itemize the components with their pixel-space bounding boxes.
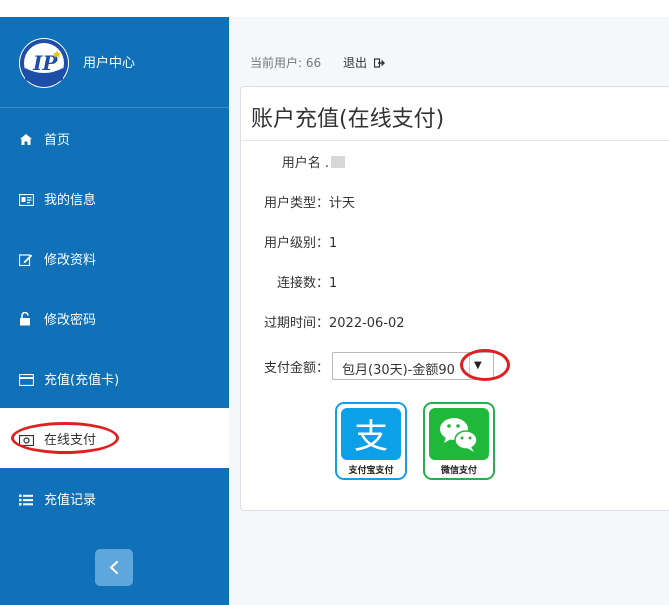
sidebar-item-home[interactable]: 首页 [0, 108, 229, 168]
credit-card-icon [18, 371, 35, 387]
annotation-circle [460, 349, 510, 381]
sidebar: IP 用户中心 首页 我的信息 修改资料 修改密码 充值(充值卡) 在线支付 充… [0, 17, 229, 605]
amount-row: 支付金额： [259, 357, 329, 376]
expiry-value: 2022-06-02 [329, 316, 405, 331]
logout-label: 退出 [343, 56, 368, 70]
username-value [331, 156, 345, 168]
divider [241, 140, 669, 141]
sidebar-item-my-info[interactable]: 我的信息 [0, 168, 229, 228]
username-label: 用户名 . [281, 156, 329, 171]
sidebar-item-change-password[interactable]: 修改密码 [0, 288, 229, 348]
username-row: 用户名 . [259, 152, 345, 171]
sidebar-item-label: 充值(充值卡) [44, 373, 120, 388]
sidebar-item-label: 我的信息 [44, 193, 97, 208]
brand-title: 用户中心 [83, 56, 136, 71]
logo: IP [19, 38, 69, 88]
alipay-button[interactable]: 支 支付宝支付 [335, 402, 407, 480]
annotation-circle [11, 422, 119, 454]
expiry-row: 过期时间：2022-06-02 [259, 312, 405, 331]
user-level-value: 1 [329, 236, 338, 251]
logout-link[interactable]: 退出 [343, 54, 385, 71]
svg-text:支: 支 [354, 417, 388, 457]
sign-out-icon [371, 56, 385, 70]
lock-icon [19, 311, 34, 326]
connections-label: 连接数： [276, 276, 329, 291]
current-user: 当前用户: 66 [250, 56, 322, 70]
home-icon [19, 131, 34, 145]
alipay-caption: 支付宝支付 [348, 466, 394, 476]
sidebar-item-label: 修改密码 [44, 313, 97, 328]
id-card-icon [18, 191, 35, 207]
brand: IP 用户中心 [0, 17, 229, 108]
amount-select-value: 包月(30天)-金额90 [342, 363, 455, 378]
wechat-caption: 微信支付 [440, 466, 477, 476]
amount-label: 支付金额： [263, 361, 329, 376]
edit-icon [18, 251, 34, 267]
svg-text:IP: IP [32, 51, 58, 75]
page-title: 账户充值(在线支付) [251, 107, 445, 132]
connections-row: 连接数：1 [259, 272, 337, 291]
sidebar-item-recharge-card[interactable]: 充值(充值卡) [0, 348, 229, 408]
main-content: 当前用户: 66 退出 账户充值(在线支付) 用户名 . 用户类型：计天 用户级… [229, 17, 669, 605]
user-type-label: 用户类型： [263, 196, 329, 211]
list-icon [19, 491, 34, 506]
wechat-pay-button[interactable]: 微信支付 [423, 402, 495, 480]
user-type-value: 计天 [329, 196, 356, 211]
user-level-label: 用户级别： [263, 236, 329, 251]
sidebar-item-label: 修改资料 [44, 253, 97, 268]
sidebar-collapse-button[interactable] [95, 549, 133, 586]
user-type-row: 用户类型：计天 [259, 192, 355, 211]
expiry-label: 过期时间： [263, 316, 329, 331]
alipay-icon: 支 [341, 408, 401, 460]
sidebar-item-recharge-history[interactable]: 充值记录 [0, 468, 229, 528]
sidebar-item-edit-profile[interactable]: 修改资料 [0, 228, 229, 288]
wechat-icon [429, 408, 489, 460]
sidebar-item-label: 充值记录 [44, 493, 97, 508]
sidebar-item-label: 首页 [44, 133, 71, 148]
connections-value: 1 [329, 276, 338, 291]
user-level-row: 用户级别：1 [259, 232, 337, 251]
recharge-panel: 账户充值(在线支付) 用户名 . 用户类型：计天 用户级别：1 连接数：1 过期… [240, 86, 669, 511]
